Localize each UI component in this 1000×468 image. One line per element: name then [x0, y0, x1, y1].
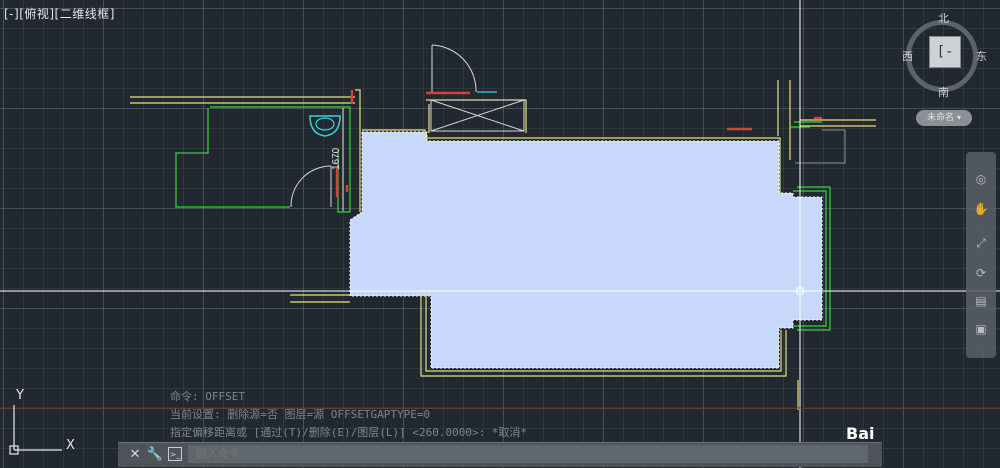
- compass-south[interactable]: 南: [938, 84, 949, 100]
- command-line-bar[interactable]: ✕ 🔧 >_: [118, 442, 882, 467]
- pan-hand-icon[interactable]: ✋: [972, 200, 990, 218]
- command-input[interactable]: [188, 445, 868, 463]
- floor-plan-drawing[interactable]: 1670: [0, 0, 1000, 468]
- sink-fixture: [309, 115, 341, 137]
- showmotion-icon[interactable]: ▤: [972, 292, 990, 310]
- dimension-label: 1670: [331, 147, 342, 170]
- ucs-selector-label: 未命名: [926, 113, 954, 123]
- command-prompt-icon[interactable]: >_: [168, 447, 182, 461]
- ucs-y-label: Y: [16, 388, 24, 403]
- steering-wheel-icon[interactable]: ◎: [972, 170, 990, 188]
- ucs-selector[interactable]: 未命名 ▾: [916, 110, 972, 126]
- ucs-icon: [9, 405, 62, 455]
- close-icon[interactable]: ✕: [126, 446, 144, 464]
- viewcube-top-face[interactable]: [-: [929, 36, 961, 68]
- command-history-line-3: 指定偏移距离或 [通过(T)/删除(E)/图层(L)] <260.0000>: …: [170, 426, 528, 439]
- navigation-bar[interactable]: ◎ ✋ ⤢ ⟳ ▤ ▣: [966, 152, 996, 358]
- model-space-viewport[interactable]: 1670 [-][俯视][二维线框] 北 南 东 西 [- 未命名 ▾ ◎ ✋ ⤢: [0, 0, 1000, 468]
- orbit-icon[interactable]: ⟳: [972, 264, 990, 282]
- compass-west[interactable]: 西: [902, 48, 913, 64]
- compass-east[interactable]: 东: [976, 48, 987, 64]
- viewport-controls-label[interactable]: [-][俯视][二维线框]: [4, 5, 115, 22]
- zoom-extents-icon[interactable]: ⤢: [972, 234, 990, 252]
- ucs-x-label: X: [66, 438, 75, 453]
- command-history-line-2: 当前设置: 删除源=否 图层=源 OFFSETGAPTYPE=0: [170, 408, 431, 421]
- command-history-line-1: 命令: OFFSET: [170, 390, 245, 403]
- window-box: [430, 99, 525, 132]
- compass-north[interactable]: 北: [938, 10, 949, 26]
- wrench-icon[interactable]: 🔧: [146, 446, 164, 464]
- navbar-menu-icon[interactable]: ▣: [972, 320, 990, 338]
- watermark-logo: Bai: [846, 424, 875, 443]
- viewcube[interactable]: 北 南 东 西 [-: [898, 8, 994, 104]
- chevron-down-icon: ▾: [957, 113, 962, 122]
